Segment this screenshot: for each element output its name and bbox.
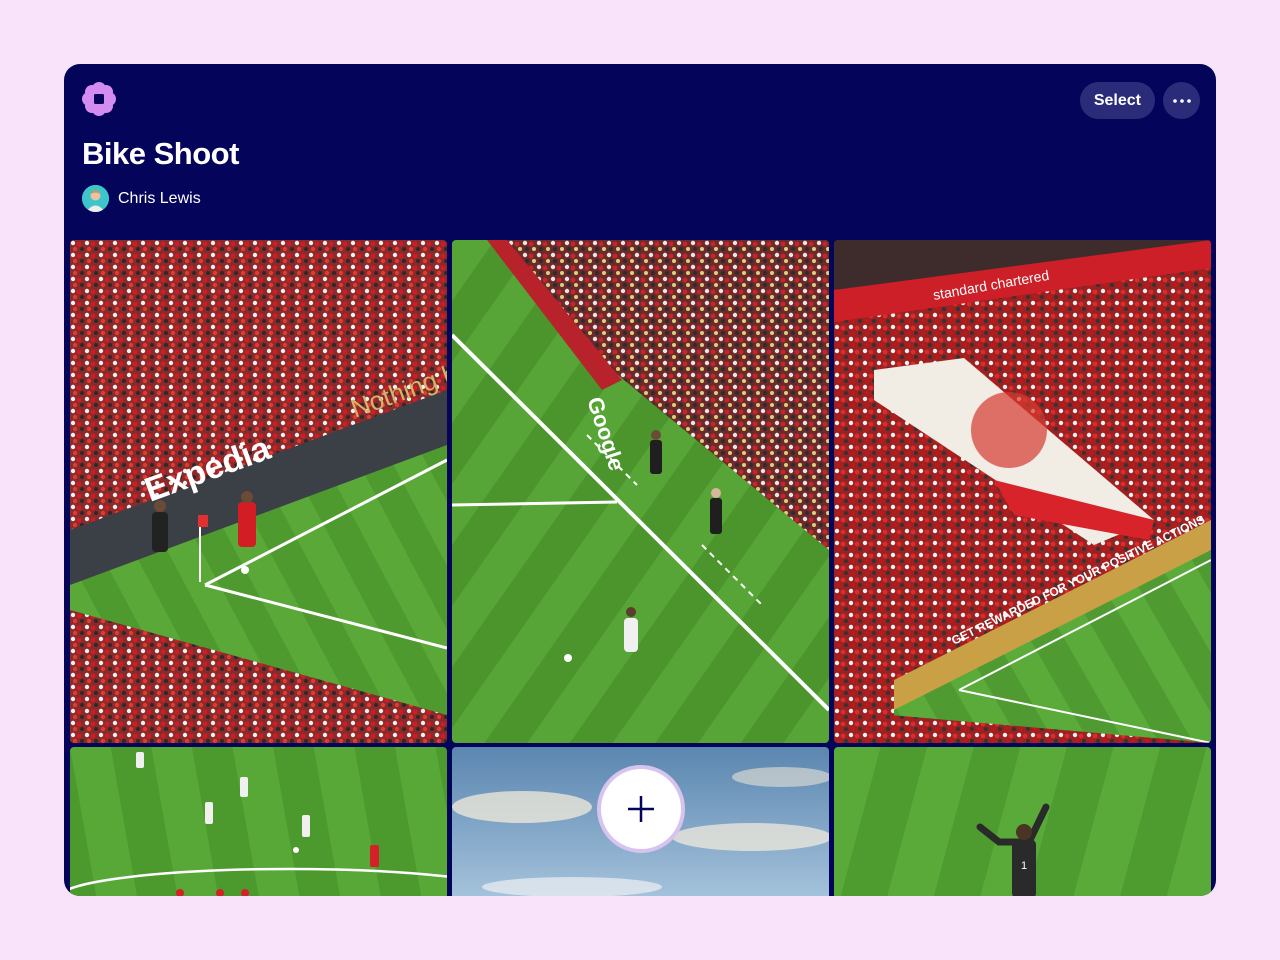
more-options-button[interactable] (1163, 82, 1200, 119)
author-row[interactable]: Chris Lewis (82, 185, 201, 212)
author-name: Chris Lewis (118, 189, 201, 207)
photo-tile[interactable]: standard chartered GET REWARDED FOR YOUR… (834, 240, 1211, 743)
photo-tile[interactable] (452, 747, 829, 896)
svg-text:1: 1 (1021, 860, 1027, 872)
album-title: Bike Shoot (82, 136, 239, 171)
top-actions: Select (1079, 82, 1200, 119)
ellipsis-icon (1172, 98, 1191, 103)
avatar (82, 185, 109, 212)
photo-tile[interactable]: Expedia Nothing b (70, 240, 447, 743)
plus-icon (628, 796, 654, 822)
album-window: Select Bike Shoot Chris Lewis Expedia No… (64, 64, 1216, 896)
flower-icon (82, 82, 116, 116)
select-button[interactable]: Select (1079, 82, 1155, 119)
photo-tile[interactable]: Google (452, 240, 829, 743)
photo-tile[interactable]: 1 (834, 747, 1211, 896)
photo-tile[interactable] (70, 747, 447, 896)
add-photo-button[interactable] (597, 765, 685, 853)
